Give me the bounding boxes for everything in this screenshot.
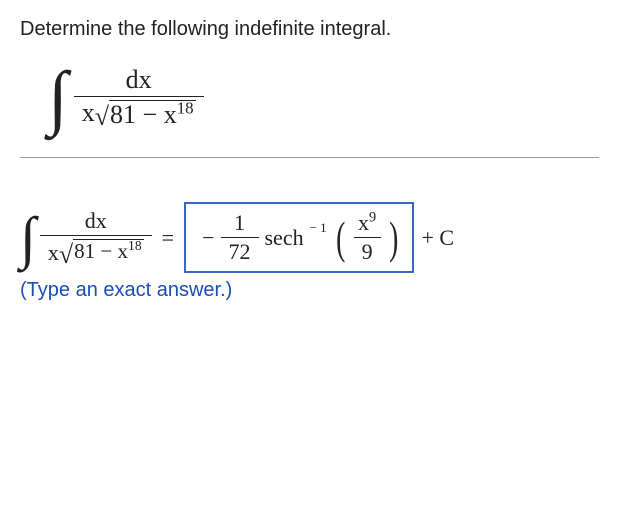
den-lead: x bbox=[48, 240, 59, 265]
answer-input[interactable]: − 1 72 sech − 1 ( x9 9 ) bbox=[184, 202, 413, 273]
radicand-b: x bbox=[118, 239, 129, 263]
integrand-fraction: dx x√81 − x18 bbox=[74, 65, 204, 130]
radicand-op: − bbox=[100, 239, 112, 263]
answer-hint: (Type an exact answer.) bbox=[20, 279, 599, 302]
radicand-exp: 18 bbox=[128, 238, 142, 253]
answer-row: ∫ dx x√81 − x18 = − 1 72 sech − 1 ( x9 9… bbox=[20, 202, 599, 273]
denominator: x√81 − x18 bbox=[74, 96, 204, 130]
radicand-a: 81 bbox=[74, 239, 95, 263]
argument-group: ( x9 9 ) bbox=[333, 210, 402, 265]
coefficient-fraction: 1 72 bbox=[221, 210, 259, 265]
integral-display-large: ∫ dx x√81 − x18 bbox=[48, 61, 599, 133]
arg-num: x9 bbox=[348, 210, 386, 237]
integrand-fraction: dx x√81 − x18 bbox=[40, 208, 152, 267]
equals-sign: = bbox=[162, 225, 174, 251]
arg-num-exp: 9 bbox=[369, 210, 376, 226]
arg-den: 9 bbox=[354, 237, 381, 265]
denominator: x√81 − x18 bbox=[40, 235, 152, 267]
integral-symbol: ∫ bbox=[20, 209, 36, 267]
arg-num-base: x bbox=[358, 210, 369, 235]
argument-fraction: x9 9 bbox=[348, 210, 386, 265]
integral-display-mid: ∫ dx x√81 − x18 bbox=[20, 208, 152, 267]
radicand-a: 81 bbox=[110, 100, 136, 129]
divider bbox=[20, 157, 599, 158]
inverse-exponent: − 1 bbox=[310, 220, 327, 236]
numerator: dx bbox=[75, 208, 117, 235]
sqrt-group: √81 − x18 bbox=[95, 100, 196, 128]
radicand-op: − bbox=[143, 100, 158, 129]
radical-icon: √ bbox=[95, 104, 109, 132]
sech-function: sech bbox=[265, 225, 304, 251]
right-paren-icon: ) bbox=[389, 215, 398, 261]
radical-icon: √ bbox=[59, 242, 73, 268]
coef-num: 1 bbox=[224, 210, 255, 237]
radicand-b: x bbox=[164, 100, 177, 129]
radicand: 81 − x18 bbox=[73, 239, 143, 265]
plus-constant: + C bbox=[422, 225, 455, 251]
coef-den: 72 bbox=[221, 237, 259, 265]
sqrt-group: √81 − x18 bbox=[59, 239, 144, 265]
den-lead: x bbox=[82, 98, 95, 127]
integral-symbol: ∫ bbox=[48, 61, 68, 133]
leading-minus: − bbox=[202, 225, 214, 251]
radicand: 81 − x18 bbox=[109, 100, 196, 128]
question-prompt: Determine the following indefinite integ… bbox=[20, 18, 599, 41]
radicand-exp: 18 bbox=[177, 98, 194, 117]
left-paren-icon: ( bbox=[336, 215, 345, 261]
numerator: dx bbox=[116, 65, 162, 96]
